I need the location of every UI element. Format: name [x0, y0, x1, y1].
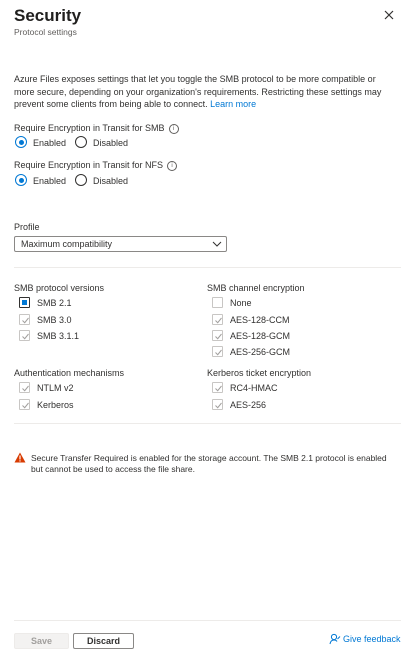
aes-128-gcm-label: AES-128-GCM — [230, 331, 291, 341]
nfs-encryption-enabled-radio[interactable] — [15, 174, 27, 186]
warning-message: Secure Transfer Required is enabled for … — [31, 453, 387, 474]
aes-256-checkbox — [212, 399, 223, 410]
none-label: None — [230, 298, 252, 308]
info-icon[interactable]: i — [167, 161, 178, 171]
smb-3-1-1-label: SMB 3.1.1 — [37, 331, 80, 341]
smb-encryption-label: Require Encryption in Transit for SMB i — [14, 123, 179, 134]
discard-button[interactable]: Discard — [73, 633, 134, 649]
checkmark-icon — [22, 402, 29, 409]
smb-encryption-disabled-radio[interactable] — [75, 136, 87, 148]
aes-128-gcm-checkbox — [212, 330, 223, 341]
smb-3-0-label: SMB 3.0 — [37, 315, 72, 325]
rc4-hmac-label: RC4-HMAC — [230, 383, 278, 393]
smb-channel-encryption-label: SMB channel encryption — [207, 283, 305, 293]
description-text: Azure Files exposes settings that let yo… — [14, 74, 382, 109]
smb-2-1-checkbox[interactable] — [19, 297, 30, 308]
kerberos-ticket-encryption-label: Kerberos ticket encryption — [207, 368, 312, 378]
warning-icon — [14, 452, 26, 463]
checkmark-icon — [22, 385, 29, 392]
authentication-mechanisms-label: Authentication mechanisms — [14, 368, 125, 378]
learn-more-link[interactable]: Learn more — [210, 99, 256, 109]
nfs-encryption-label: Require Encryption in Transit for NFS i — [14, 160, 178, 171]
close-button[interactable] — [381, 7, 397, 23]
profile-label: Profile — [14, 222, 40, 232]
info-icon[interactable]: i — [168, 124, 179, 134]
footer-divider — [14, 620, 401, 621]
none-checkbox — [212, 297, 223, 308]
checkmark-icon — [215, 349, 222, 356]
ntlm-v2-label: NTLM v2 — [37, 383, 74, 393]
smb-protocol-versions-label: SMB protocol versions — [14, 283, 105, 293]
close-icon — [384, 10, 394, 20]
profile-value: Maximum compatibility — [21, 239, 113, 249]
smb-2-1-label: SMB 2.1 — [37, 298, 72, 308]
description: Azure Files exposes settings that let yo… — [14, 73, 394, 111]
checkmark-icon — [22, 317, 29, 324]
smb-3-0-checkbox — [19, 314, 30, 325]
checkmark-icon — [215, 385, 222, 392]
aes-256-gcm-checkbox — [212, 346, 223, 357]
smb-3-1-1-checkbox — [19, 330, 30, 341]
divider — [14, 423, 401, 424]
give-feedback-link[interactable]: Give feedback — [343, 634, 401, 644]
ntlm-v2-checkbox — [19, 382, 30, 393]
aes-128-ccm-checkbox — [212, 314, 223, 325]
profile-dropdown[interactable]: Maximum compatibility — [14, 236, 227, 252]
smb-encryption-disabled-label: Disabled — [93, 138, 129, 148]
page-subtitle: Protocol settings — [14, 27, 77, 37]
aes-128-ccm-label: AES-128-CCM — [230, 315, 290, 325]
smb-encryption-enabled-label: Enabled — [33, 138, 67, 148]
save-button[interactable]: Save — [14, 633, 69, 649]
checkmark-icon — [215, 402, 222, 409]
nfs-encryption-disabled-radio[interactable] — [75, 174, 87, 186]
rc4-hmac-checkbox — [212, 382, 223, 393]
kerberos-checkbox — [19, 399, 30, 410]
nfs-encryption-enabled-label: Enabled — [33, 176, 67, 186]
kerberos-label: Kerberos — [37, 400, 74, 410]
chevron-down-icon — [212, 241, 222, 247]
page-title: Security — [14, 6, 82, 25]
aes-256-gcm-label: AES-256-GCM — [230, 347, 291, 357]
feedback-icon[interactable] — [329, 633, 341, 645]
nfs-encryption-label-text: Require Encryption in Transit for NFS — [14, 160, 164, 170]
smb-encryption-enabled-radio[interactable] — [15, 136, 27, 148]
divider — [14, 267, 401, 268]
aes-256-label: AES-256 — [230, 400, 267, 410]
smb-encryption-label-text: Require Encryption in Transit for SMB — [14, 123, 165, 133]
checkmark-icon — [215, 333, 222, 340]
nfs-encryption-disabled-label: Disabled — [93, 176, 129, 186]
checkmark-icon — [22, 333, 29, 340]
checkmark-icon — [215, 317, 222, 324]
